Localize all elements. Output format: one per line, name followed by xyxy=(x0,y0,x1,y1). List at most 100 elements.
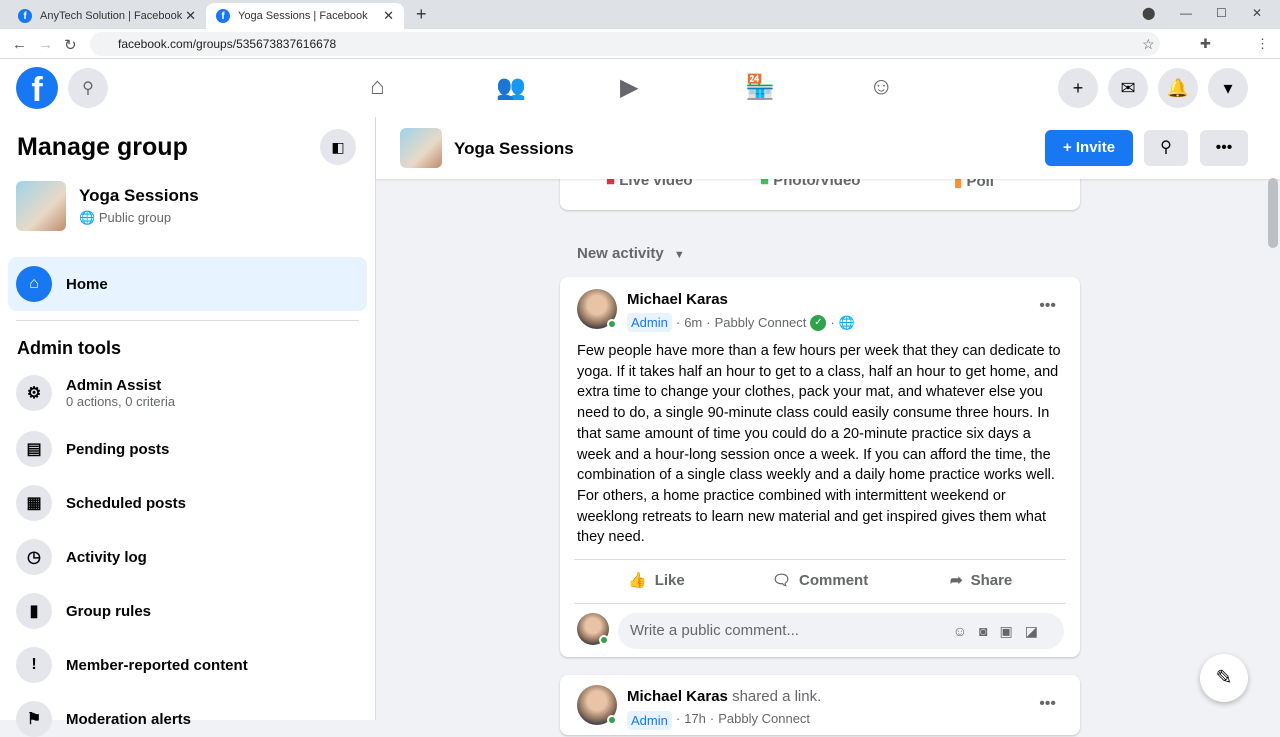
url-input[interactable]: facebook.com/groups/535673837616678 xyxy=(90,32,1160,56)
like-label: Like xyxy=(655,572,685,589)
close-window-button[interactable]: ✕ xyxy=(1252,6,1262,20)
sort-label: New activity xyxy=(577,245,664,262)
sidebar-item-moderation-alerts[interactable]: ⚑Moderation alerts xyxy=(16,701,191,737)
facebook-icon: f xyxy=(216,9,230,23)
gif-icon[interactable]: ▣ xyxy=(1000,623,1025,639)
post-via[interactable]: Pabbly Connect xyxy=(718,711,810,730)
create-button[interactable]: + xyxy=(1058,68,1098,108)
home-nav-icon[interactable]: ⌂ xyxy=(370,73,385,101)
post-action: shared a link. xyxy=(732,688,821,705)
alert-icon: ! xyxy=(16,647,52,683)
admin-assist-icon: ⚙ xyxy=(16,375,52,411)
messenger-icon[interactable]: ✉ xyxy=(1108,68,1148,108)
extensions-icon[interactable]: ✚ xyxy=(1200,36,1211,52)
item-label: Group rules xyxy=(66,603,151,620)
group-search-button[interactable]: ⚲ xyxy=(1144,130,1188,166)
post-author[interactable]: Michael Karas xyxy=(627,688,728,705)
manage-group-sidebar: Manage group ◧ Yoga Sessions 🌐 Public gr… xyxy=(0,117,376,720)
sidebar-item-pending-posts[interactable]: ▤ Pending posts xyxy=(16,431,169,467)
share-icon: ➦ xyxy=(950,571,963,589)
sidebar-item-admin-assist[interactable]: ⚙ Admin Assist0 actions, 0 criteria xyxy=(16,375,175,411)
friends-nav-icon[interactable]: 👥 xyxy=(496,73,526,102)
rules-book-icon: ▮ xyxy=(16,593,52,629)
comment-label: Comment xyxy=(799,572,868,589)
bookmark-star-icon[interactable]: ☆ xyxy=(1142,36,1155,53)
item-label: Activity log xyxy=(66,549,147,566)
close-icon[interactable]: ✕ xyxy=(185,8,196,24)
camera-icon[interactable]: ◙ xyxy=(979,623,999,639)
search-icon[interactable]: ⚲ xyxy=(68,68,108,108)
group-more-button[interactable]: ••• xyxy=(1200,130,1248,166)
group-privacy: Public group xyxy=(99,210,171,225)
group-name: Yoga Sessions xyxy=(79,186,199,206)
facebook-logo[interactable]: f xyxy=(16,67,58,109)
facebook-icon: f xyxy=(18,9,32,23)
forward-icon[interactable]: → xyxy=(38,36,53,53)
group-bar: Yoga Sessions + Invite ⚲ ••• xyxy=(376,117,1280,179)
divider xyxy=(574,603,1066,604)
verified-check-icon: ✓ xyxy=(810,315,826,331)
post-time[interactable]: 6m xyxy=(684,315,702,330)
new-message-button[interactable]: ✎ xyxy=(1200,654,1248,702)
tab-bar: fAnyTech Solution | Facebook✕ fYoga Sess… xyxy=(0,0,1280,29)
sidebar-item-group-rules[interactable]: ▮ Group rules xyxy=(16,593,151,629)
invite-button[interactable]: + Invite xyxy=(1045,130,1133,166)
groups-nav-icon[interactable]: ☺ xyxy=(869,73,894,101)
collapse-sidebar-icon[interactable]: ◧ xyxy=(320,129,356,165)
group-bar-name: Yoga Sessions xyxy=(454,139,574,159)
item-label: Pending posts xyxy=(66,441,169,458)
notifications-icon[interactable]: 🔔 xyxy=(1158,68,1198,108)
share-button[interactable]: ➦Share xyxy=(950,571,1012,589)
post-options-icon[interactable]: ••• xyxy=(1039,695,1056,713)
caret-down-icon: ▼ xyxy=(674,249,685,261)
item-label: Admin Assist xyxy=(66,377,175,394)
home-icon: ⌂ xyxy=(16,266,52,302)
close-icon[interactable]: ✕ xyxy=(383,8,394,24)
sidebar-item-activity-log[interactable]: ◷Activity log xyxy=(16,539,147,575)
reload-icon[interactable]: ↻ xyxy=(64,36,77,54)
tab-anytech[interactable]: fAnyTech Solution | Facebook✕ xyxy=(8,3,206,29)
group-info[interactable]: Yoga Sessions 🌐 Public group xyxy=(16,181,199,231)
marketplace-nav-icon[interactable]: 🏪 xyxy=(745,73,775,102)
like-button[interactable]: 👍Like xyxy=(628,571,685,589)
author-avatar[interactable] xyxy=(577,685,617,725)
pending-posts-icon: ▤ xyxy=(16,431,52,467)
sidebar-item-member-reported[interactable]: ! Member-reported content xyxy=(16,647,248,683)
post-card: Michael Karas Admin·6m·Pabbly Connect ✓·… xyxy=(560,277,1080,657)
url-text: facebook.com/groups/535673837616678 xyxy=(118,37,336,51)
back-icon[interactable]: ← xyxy=(12,36,27,53)
sort-dropdown[interactable]: New activity ▼ xyxy=(577,245,685,262)
globe-icon: 🌐 xyxy=(839,315,855,331)
post-options-icon[interactable]: ••• xyxy=(1039,297,1056,315)
sidebar-item-scheduled-posts[interactable]: ▦Scheduled posts xyxy=(16,485,186,521)
account-menu-icon[interactable]: ▾ xyxy=(1208,68,1248,108)
tab-yoga[interactable]: fYoga Sessions | Facebook✕ xyxy=(206,3,404,29)
item-label: Member-reported content xyxy=(66,657,248,674)
comment-button[interactable]: 🗨Comment xyxy=(772,571,868,589)
maximize-button[interactable]: ☐ xyxy=(1216,6,1227,20)
author-avatar[interactable] xyxy=(577,289,617,329)
address-bar-row: ← → ↻ facebook.com/groups/53567383761667… xyxy=(0,29,1280,59)
sticker-icon[interactable]: ◪ xyxy=(1025,623,1050,639)
item-sub: 0 actions, 0 criteria xyxy=(66,394,175,409)
divider xyxy=(16,320,359,321)
comment-input[interactable]: Write a public comment... ☺◙▣◪ xyxy=(618,613,1064,649)
scrollbar-thumb[interactable] xyxy=(1268,178,1278,248)
post-author[interactable]: Michael Karas xyxy=(627,291,728,308)
group-thumbnail xyxy=(400,128,442,168)
chrome-menu-icon[interactable]: ⋮ xyxy=(1256,36,1269,52)
minimize-button[interactable]: — xyxy=(1180,6,1192,20)
post-card: Michael Karas shared a link. Admin·17h·P… xyxy=(560,675,1080,735)
sidebar-item-home[interactable]: ⌂ Home xyxy=(8,257,367,311)
sidebar-title: Manage group xyxy=(17,133,188,162)
watch-nav-icon[interactable]: ▶ xyxy=(620,73,638,102)
post-text: Few people have more than a few hours pe… xyxy=(577,341,1067,548)
commenter-avatar xyxy=(577,613,609,645)
post-via[interactable]: Pabbly Connect xyxy=(715,315,807,330)
emoji-icon[interactable]: ☺ xyxy=(953,623,979,639)
profile-menu-icon[interactable]: ⬤ xyxy=(1142,6,1155,20)
admin-badge: Admin xyxy=(627,711,672,730)
post-time[interactable]: 17h xyxy=(684,711,706,730)
new-tab-button[interactable]: + xyxy=(416,4,427,25)
admin-badge: Admin xyxy=(627,313,672,332)
